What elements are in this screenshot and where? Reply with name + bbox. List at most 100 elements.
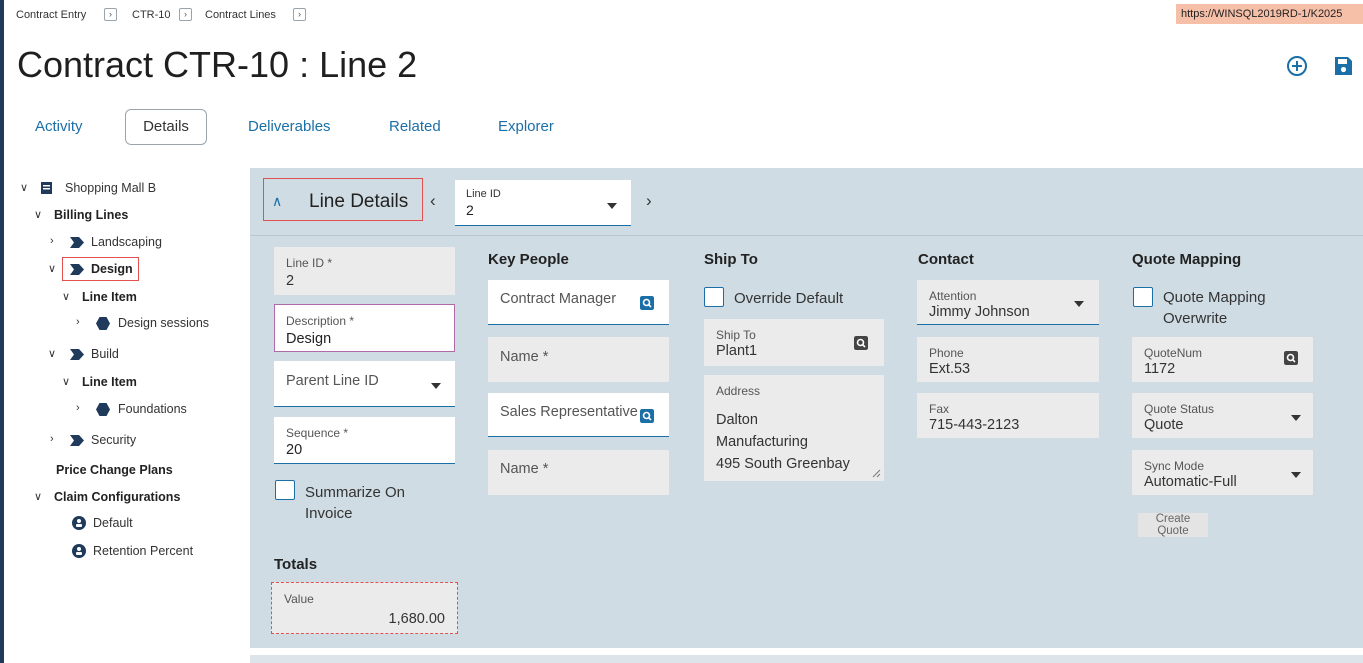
tree-item-line-item[interactable]: Line Item xyxy=(82,375,137,389)
billing-line-icon xyxy=(70,264,84,275)
line-id-value: 2 xyxy=(286,273,295,289)
breadcrumb-contract-lines[interactable]: Contract Lines xyxy=(205,9,276,21)
phone-field: Phone Ext.53 xyxy=(917,337,1099,382)
chevron-left-icon[interactable]: ‹ xyxy=(430,191,436,211)
dropdown-arrow-icon xyxy=(1074,301,1084,307)
quote-mapping-heading: Quote Mapping xyxy=(1132,251,1242,268)
line-id-select-value: 2 xyxy=(466,202,474,218)
chevron-down-icon[interactable]: ∨ xyxy=(34,208,42,221)
tree-item-billing-lines[interactable]: Billing Lines xyxy=(54,208,128,222)
tree-item-retention-percent[interactable]: Retention Percent xyxy=(93,544,193,558)
ship-to-field: Ship To Plant1 xyxy=(704,319,884,366)
description-value: Design xyxy=(286,331,332,347)
tab-deliverables[interactable]: Deliverables xyxy=(248,118,331,135)
sync-mode-label: Sync Mode xyxy=(1144,459,1205,473)
lookup-icon[interactable] xyxy=(1284,351,1298,365)
address-field: Address Dalton Manufacturing 495 South G… xyxy=(704,375,884,481)
sync-mode-select[interactable]: Sync Mode Automatic-Full xyxy=(1132,450,1313,495)
sales-representative-field[interactable]: Sales Representative xyxy=(488,393,669,437)
chevron-right-icon[interactable]: › xyxy=(76,316,80,328)
dropdown-arrow-icon xyxy=(1291,415,1301,421)
breadcrumb-chevron-icon[interactable]: › xyxy=(293,8,306,21)
tree-item-security[interactable]: Security xyxy=(91,433,136,447)
description-field[interactable]: Description * Design xyxy=(274,304,455,352)
value-field: Value 1,680.00 xyxy=(271,582,458,634)
chevron-right-icon[interactable]: › xyxy=(646,191,652,211)
contract-manager-field[interactable]: Contract Manager xyxy=(488,280,669,325)
tree-item-line-item[interactable]: Line Item xyxy=(82,290,137,304)
address-label: Address xyxy=(716,384,761,398)
create-quote-button[interactable]: Create Quote xyxy=(1138,513,1208,537)
attention-select[interactable]: Attention Jimmy Johnson xyxy=(917,280,1099,325)
chevron-down-icon[interactable]: ∨ xyxy=(62,375,70,388)
attention-value: Jimmy Johnson xyxy=(929,304,1030,320)
tree-item-price-change-plans[interactable]: Price Change Plans xyxy=(56,463,173,477)
tree-item-build[interactable]: Build xyxy=(91,347,119,361)
summarize-on-invoice-label: Invoice xyxy=(305,505,353,522)
quotenum-field: QuoteNum 1172 xyxy=(1132,337,1313,382)
lookup-icon[interactable] xyxy=(640,409,654,423)
breadcrumb-chevron-icon[interactable]: › xyxy=(179,8,192,21)
tree-item-shopping-mall[interactable]: Shopping Mall B xyxy=(65,181,156,195)
line-id-field: Line ID * 2 xyxy=(274,247,455,295)
dropdown-arrow-icon xyxy=(431,383,441,389)
tree-item-design[interactable]: Design xyxy=(91,262,133,276)
claim-config-icon xyxy=(72,544,86,558)
resize-handle-icon[interactable] xyxy=(872,469,881,478)
chevron-right-icon[interactable]: › xyxy=(50,235,54,247)
tree-item-default[interactable]: Default xyxy=(93,516,133,530)
line-id-label: Line ID * xyxy=(286,256,333,270)
panel-divider xyxy=(250,235,1363,236)
attention-label: Attention xyxy=(929,289,977,303)
chevron-up-icon[interactable]: ∧ xyxy=(272,193,282,210)
line-id-select[interactable]: Line ID 2 xyxy=(455,180,631,226)
chevron-right-icon[interactable]: › xyxy=(50,433,54,445)
dropdown-arrow-icon xyxy=(1291,472,1301,478)
plus-circle-icon[interactable] xyxy=(1285,54,1309,78)
sales-representative-name-label: Name * xyxy=(500,461,549,477)
tree-item-foundations[interactable]: Foundations xyxy=(118,402,187,416)
chevron-down-icon[interactable]: ∨ xyxy=(48,347,56,360)
contract-manager-label: Contract Manager xyxy=(500,291,617,307)
fax-field: Fax 715-443-2123 xyxy=(917,393,1099,438)
tree-item-claim-configurations[interactable]: Claim Configurations xyxy=(54,490,180,504)
breadcrumb-ctr[interactable]: CTR-10 xyxy=(132,9,171,21)
ship-to-heading: Ship To xyxy=(704,251,758,268)
lookup-icon[interactable] xyxy=(854,336,868,350)
address-line: 495 South Greenbay xyxy=(716,456,850,472)
tab-explorer[interactable]: Explorer xyxy=(498,118,554,135)
value-label: Value xyxy=(284,592,314,606)
quote-mapping-overwrite-checkbox[interactable] xyxy=(1133,287,1153,307)
tab-details[interactable]: Details xyxy=(125,109,207,145)
summarize-on-invoice-checkbox[interactable] xyxy=(275,480,295,500)
parent-line-id-select[interactable]: Parent Line ID xyxy=(274,361,455,407)
quote-status-select[interactable]: Quote Status Quote xyxy=(1132,393,1313,438)
tab-related[interactable]: Related xyxy=(389,118,441,135)
breadcrumb-contract-entry[interactable]: Contract Entry xyxy=(16,9,86,21)
override-default-checkbox[interactable] xyxy=(704,287,724,307)
quotenum-label: QuoteNum xyxy=(1144,346,1203,360)
hexagon-icon xyxy=(96,403,110,416)
quote-mapping-overwrite-label: Overwrite xyxy=(1163,310,1228,327)
page-title: Contract CTR-10 : Line 2 xyxy=(17,44,418,85)
tree-item-landscaping[interactable]: Landscaping xyxy=(91,235,162,249)
chevron-down-icon[interactable]: ∨ xyxy=(20,181,28,194)
description-label: Description * xyxy=(286,314,355,328)
chevron-down-icon[interactable]: ∨ xyxy=(34,490,42,503)
ship-to-label: Ship To xyxy=(716,328,756,342)
ship-to-value: Plant1 xyxy=(716,343,758,359)
chevron-down-icon[interactable]: ∨ xyxy=(62,290,70,303)
sequence-field[interactable]: Sequence * 20 xyxy=(274,417,455,464)
chevron-down-icon[interactable]: ∨ xyxy=(48,262,56,275)
tab-activity[interactable]: Activity xyxy=(35,118,83,135)
save-icon[interactable] xyxy=(1331,54,1355,78)
left-edge-bar xyxy=(0,0,4,663)
lookup-icon[interactable] xyxy=(640,296,654,310)
breadcrumb-chevron-icon[interactable]: › xyxy=(104,8,117,21)
chevron-right-icon[interactable]: › xyxy=(76,402,80,414)
sales-representative-name-field: Name * xyxy=(488,450,669,495)
billing-line-icon xyxy=(70,349,84,360)
tree-item-design-sessions[interactable]: Design sessions xyxy=(118,316,209,330)
phone-label: Phone xyxy=(929,346,964,360)
key-people-heading: Key People xyxy=(488,251,569,268)
